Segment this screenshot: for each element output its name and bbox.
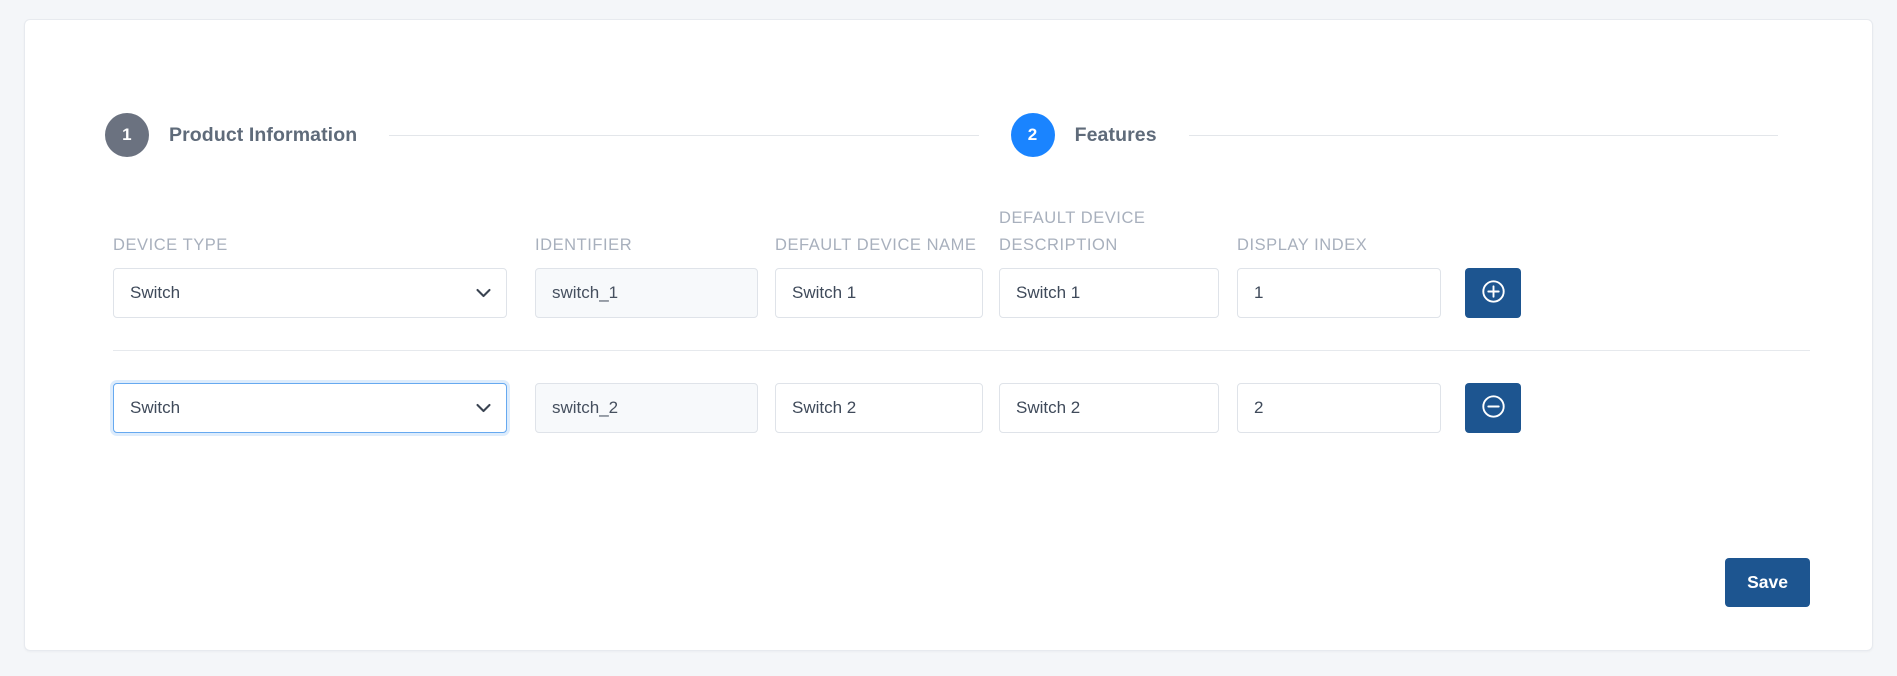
table-row: Switch switch_2 Switch 2 Switch 2 2 — [113, 383, 1810, 433]
plus-circle-icon — [1481, 279, 1506, 307]
row-divider — [113, 350, 1810, 351]
table-header-row: DEVICE TYPE IDENTIFIER DEFAULT DEVICE NA… — [113, 190, 1810, 268]
step-1-number: 1 — [105, 113, 149, 157]
table-row: Switch switch_1 Switch 1 Switch 1 1 — [113, 268, 1810, 318]
step-2-number: 2 — [1011, 113, 1055, 157]
default-device-description-input-1[interactable]: Switch 1 — [999, 268, 1219, 318]
column-header-default-device-name: DEFAULT DEVICE NAME — [775, 232, 983, 268]
device-type-select-wrapper-1[interactable]: Switch — [113, 268, 507, 318]
minus-circle-icon — [1481, 394, 1506, 422]
page-root: 1 Product Information 2 Features DEVICE … — [0, 0, 1897, 676]
stepper-connector-1 — [389, 135, 978, 136]
remove-row-button[interactable] — [1465, 383, 1521, 433]
column-header-identifier: IDENTIFIER — [535, 232, 758, 268]
footer-actions: Save — [1725, 558, 1810, 607]
wizard-card: 1 Product Information 2 Features DEVICE … — [24, 19, 1873, 651]
display-index-input-2[interactable]: 2 — [1237, 383, 1441, 433]
column-header-default-device-description: DEFAULT DEVICE DESCRIPTION — [999, 205, 1219, 268]
default-device-name-input-2[interactable]: Switch 2 — [775, 383, 983, 433]
device-type-select-wrapper-2[interactable]: Switch — [113, 383, 507, 433]
identifier-input-2[interactable]: switch_2 — [535, 383, 758, 433]
add-row-button[interactable] — [1465, 268, 1521, 318]
save-button[interactable]: Save — [1725, 558, 1810, 607]
device-type-select-2[interactable]: Switch — [113, 383, 507, 433]
column-header-display-index: DISPLAY INDEX — [1237, 232, 1441, 268]
features-table: DEVICE TYPE IDENTIFIER DEFAULT DEVICE NA… — [113, 190, 1810, 433]
display-index-input-1[interactable]: 1 — [1237, 268, 1441, 318]
device-type-select-1[interactable]: Switch — [113, 268, 507, 318]
column-header-device-type: DEVICE TYPE — [113, 232, 507, 268]
step-features[interactable]: 2 Features — [1011, 113, 1157, 157]
default-device-description-input-2[interactable]: Switch 2 — [999, 383, 1219, 433]
identifier-input-1[interactable]: switch_1 — [535, 268, 758, 318]
default-device-name-input-1[interactable]: Switch 1 — [775, 268, 983, 318]
wizard-stepper: 1 Product Information 2 Features — [105, 107, 1810, 163]
stepper-connector-2 — [1189, 135, 1778, 136]
step-product-information[interactable]: 1 Product Information — [105, 113, 357, 157]
step-1-label: Product Information — [169, 124, 357, 147]
step-2-label: Features — [1075, 124, 1157, 147]
